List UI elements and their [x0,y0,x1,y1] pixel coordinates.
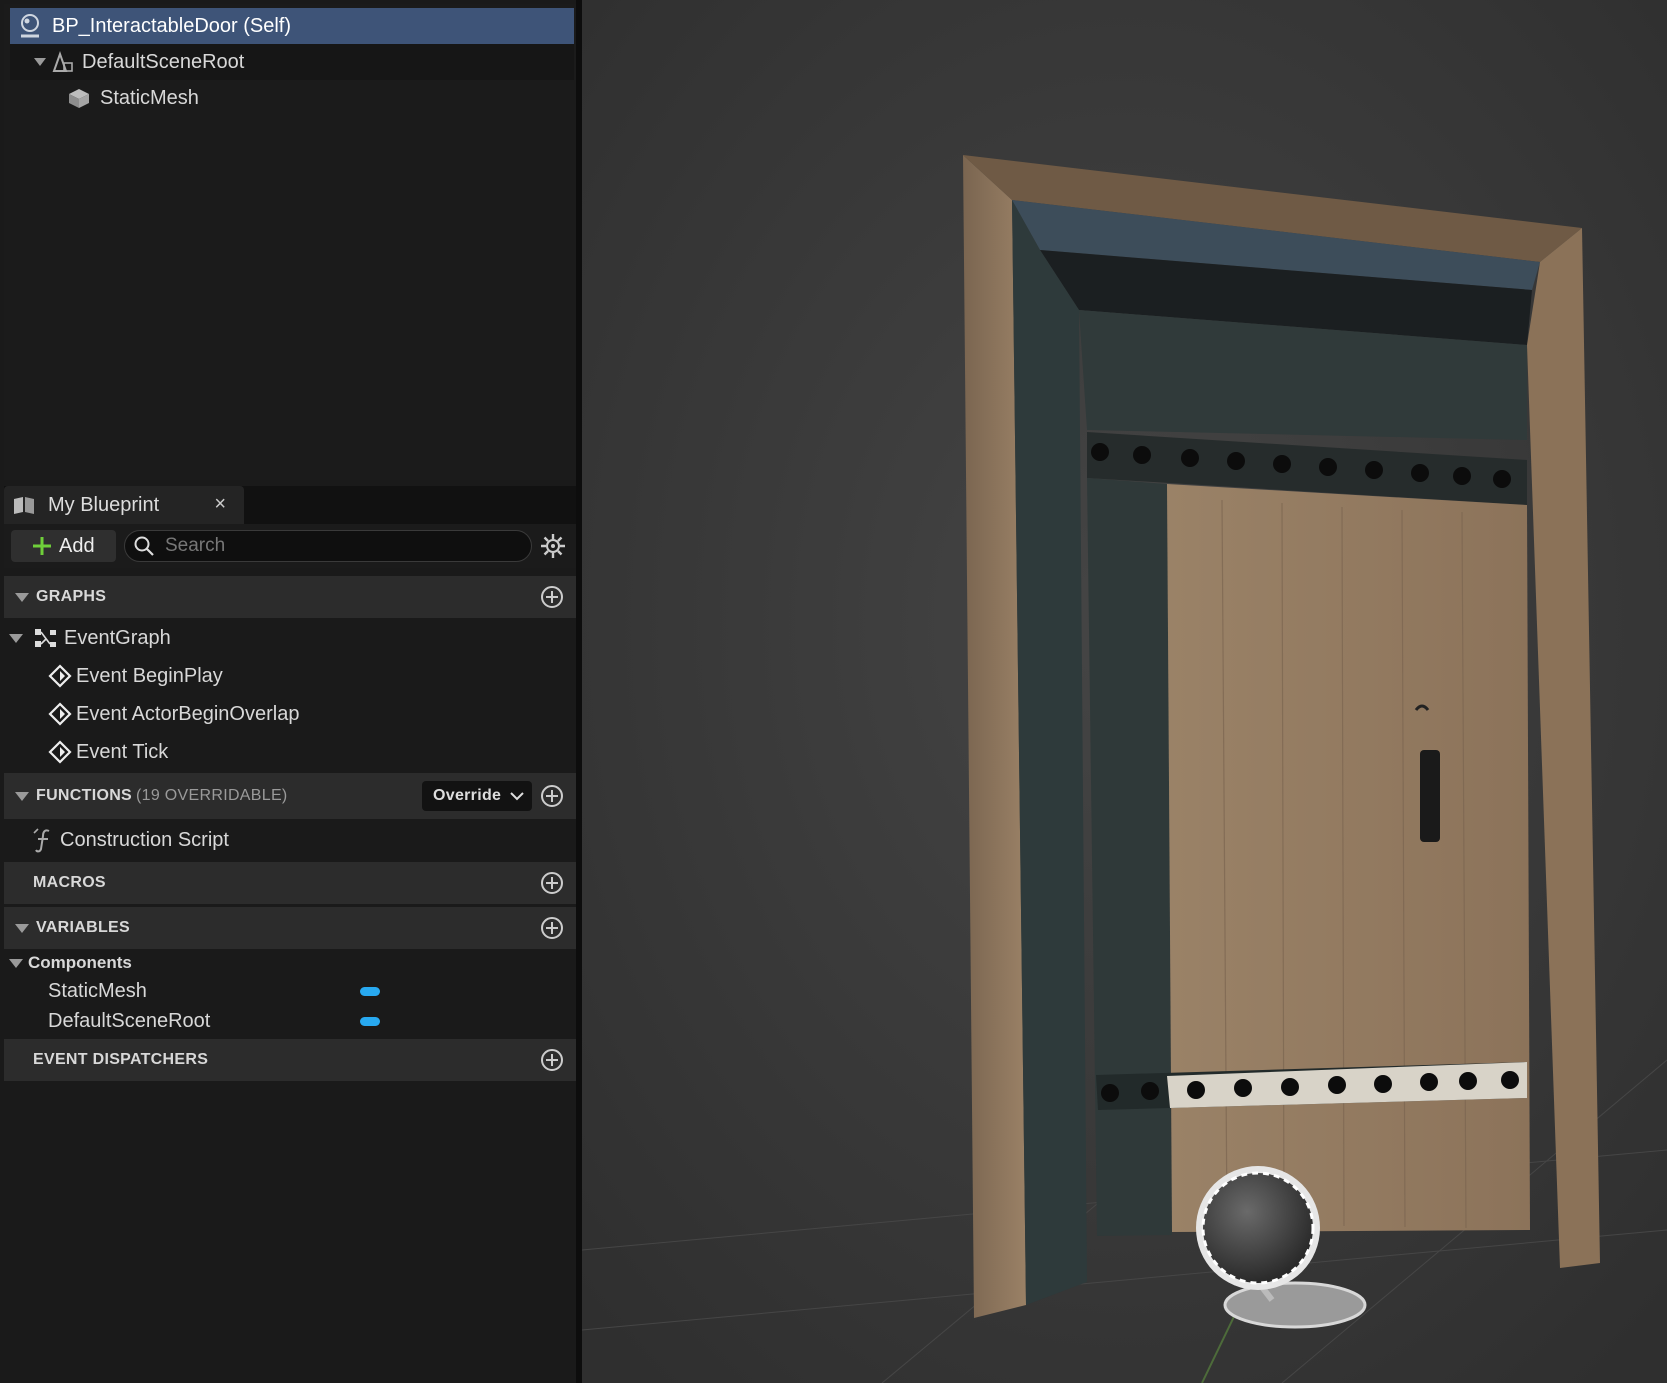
event-diamond-icon [48,664,72,688]
event-graph-icon [35,629,56,647]
scene-root-icon [52,50,73,72]
variable-type-pill [360,1017,380,1026]
tab-my-blueprint[interactable]: My Blueprint × [4,486,244,524]
search-icon [134,536,154,556]
book-icon [14,497,34,514]
gear-icon[interactable] [540,533,566,559]
tree-item-static-mesh[interactable]: StaticMesh [66,80,199,116]
my-blueprint-toolbar: Add Search [4,524,576,568]
chevron-down-icon[interactable] [32,54,48,70]
variable-type-pill [360,987,380,996]
variable-default-scene-root-label: DefaultSceneRoot [48,1009,211,1032]
list-item-event-actorbeginoverlap[interactable]: Event ActorBeginOverlap [48,696,299,732]
construction-script-label: Construction Script [60,828,229,851]
list-item-event-beginplay[interactable]: Event BeginPlay [48,658,223,694]
door-preview [582,0,1667,1383]
list-item-construction-script[interactable]: Construction Script [32,822,229,858]
section-macros-title: MACROS [33,874,106,891]
components-category-label: Components [28,953,132,972]
my-blueprint-tab-strip: My Blueprint × [4,486,576,524]
door-handle [1420,750,1440,842]
tree-item-self[interactable]: BP_InteractableDoor (Self) [10,8,574,44]
plus-icon [33,537,51,555]
tab-my-blueprint-label: My Blueprint [48,493,160,516]
static-mesh-cube-icon [69,89,89,108]
event-actorbeginoverlap-label: Event ActorBeginOverlap [76,702,300,725]
add-button[interactable]: Add [11,530,116,562]
override-dropdown-label: Override [433,787,502,804]
chevron-down-icon [9,959,23,968]
chevron-down-icon [9,634,23,643]
plus-circle-icon[interactable] [540,1048,564,1072]
plus-circle-icon[interactable] [540,871,564,895]
viewport[interactable] [582,0,1667,1383]
chevron-down-icon [15,593,29,602]
close-icon[interactable]: × [214,493,226,516]
tree-item-mesh-label: StaticMesh [100,86,199,109]
actor-globe-icon [21,14,39,38]
plus-circle-icon[interactable] [540,784,564,808]
components-tree: BP_InteractableDoor (Self) DefaultSceneR… [4,4,576,480]
section-event-dispatchers[interactable]: EVENT DISPATCHERS [4,1039,576,1081]
variable-item-default-scene-root[interactable]: DefaultSceneRoot [48,1006,210,1036]
list-item-event-tick[interactable]: Event Tick [48,734,168,770]
tree-item-root-label: DefaultSceneRoot [82,50,245,73]
section-variables[interactable]: VARIABLES [4,907,576,949]
section-macros[interactable]: MACROS [4,862,576,904]
search-input[interactable]: Search [124,530,532,562]
plus-circle-icon[interactable] [540,585,564,609]
variable-static-mesh-label: StaticMesh [48,979,147,1002]
chevron-down-icon [15,792,29,801]
tree-item-default-scene-root[interactable]: DefaultSceneRoot [10,44,574,80]
list-item-event-graph[interactable]: EventGraph [8,620,171,656]
section-variables-title: VARIABLES [36,919,130,936]
tree-item-self-label: BP_InteractableDoor (Self) [52,14,292,37]
door-leaf [1167,484,1530,1232]
add-button-label: Add [59,534,95,557]
search-placeholder: Search [165,535,226,556]
section-functions-count: (19 OVERRIDABLE) [136,787,288,804]
event-beginplay-label: Event BeginPlay [76,664,223,687]
event-tick-label: Event Tick [76,740,169,763]
chevron-down-icon [510,792,524,801]
section-graphs[interactable]: GRAPHS [4,576,576,618]
override-dropdown[interactable]: Override [422,781,532,811]
section-graphs-title: GRAPHS [36,588,107,605]
section-functions[interactable]: FUNCTIONS (19 OVERRIDABLE) Override [4,773,576,819]
event-graph-label: EventGraph [64,626,171,649]
section-event-dispatchers-title: EVENT DISPATCHERS [33,1051,209,1068]
left-panel: BP_InteractableDoor (Self) DefaultSceneR… [0,0,582,1383]
function-icon [33,828,50,853]
event-diamond-icon [48,702,72,726]
chevron-down-icon [15,924,29,933]
section-functions-title: FUNCTIONS [36,787,133,804]
event-diamond-icon [48,740,72,764]
plus-circle-icon[interactable] [540,916,564,940]
variable-item-static-mesh[interactable]: StaticMesh [48,976,147,1006]
variable-category-components[interactable]: Components [8,948,132,978]
